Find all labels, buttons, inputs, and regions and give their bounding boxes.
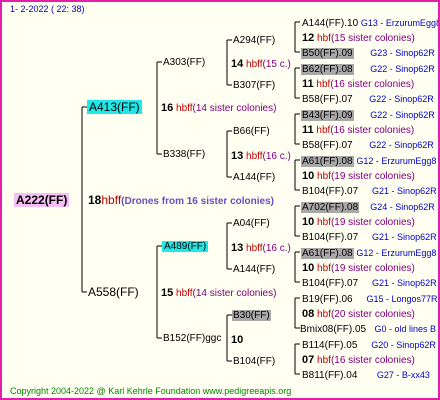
g4-mating: 11 hbf(16 sister colonies) <box>302 124 415 136</box>
g4-queen: A702(FF).08 G24 - Sinop62R <box>301 202 435 213</box>
g2-queen-2: B338(FF) <box>163 149 206 160</box>
g4-mating: 11 hbf(16 sister colonies) <box>302 78 415 90</box>
g3-queen-2: B307(FF) <box>233 80 276 91</box>
g3-queen-4: A144(FF) <box>233 172 276 183</box>
g1-queen-2: A558(FF) <box>88 285 139 299</box>
g3-queen-6: A144(FF) <box>233 264 276 275</box>
g3-queen-5: A04(FF) <box>233 218 270 229</box>
g4-queen: B811(FF).04 G27 - B-xx43 <box>302 370 430 381</box>
g1-mating-2: 15 hbff(14 sister colonies) <box>161 287 277 299</box>
pedigree-frame: 1- 2-2022 ( 22: 38) A222(FF) 18hbff(Dron… <box>0 0 440 400</box>
g3-queen-8: B104(FF) <box>233 356 276 367</box>
g2-mating-3: 13 hbff(16 c.) <box>231 242 291 254</box>
root-mating: 18hbff(Drones from 16 sister colonies) <box>88 193 274 207</box>
g4-queen: B19(FF).06 G15 - Longos77R <box>302 294 438 305</box>
g3-queen-3: B66(FF) <box>233 126 270 137</box>
g2-queen-1: A303(FF) <box>163 57 206 68</box>
g4-queen: A144(FF).10 G13 - ErzurumEgg8 <box>302 18 440 29</box>
g4-mating: 12 hbf(15 sister colonies) <box>302 32 415 44</box>
g4-queen: B104(FF).07 G21 - Sinop62R <box>302 278 437 289</box>
root-queen: A222(FF) <box>14 193 70 207</box>
g4-queen: B62(FF).08 G22 - Sinop62R <box>301 64 435 75</box>
header-timestamp: 1- 2-2022 ( 22: 38) <box>10 4 85 14</box>
g4-queen: B58(FF).07 G22 - Sinop62R <box>302 94 434 105</box>
g2-mating-4: 10 <box>231 334 244 346</box>
g2-queen-3: A489(FF) <box>162 241 209 252</box>
g2-mating-1: 14 hbff(15 c.) <box>231 58 291 70</box>
g4-queen: A61(FF).08 G12 - ErzurumEgg8 <box>301 248 437 259</box>
g4-queen: B43(FF).09 G22 - Sinop62R <box>301 110 435 121</box>
g4-mating: 08 hbf(20 sister colonies) <box>302 308 415 320</box>
g4-queen: B114(FF).05 G20 - Sinop62R <box>302 340 436 351</box>
g4-mating: 07 hbf(16 sister colonies) <box>302 354 415 366</box>
g3-queen-1: A294(FF) <box>233 35 276 46</box>
g3-queen-7: B30(FF) <box>232 310 271 321</box>
g4-queen: A61(FF).08 G12 - ErzurumEgg8 <box>301 156 437 167</box>
g4-queen: B58(FF).07 G22 - Sinop62R <box>302 140 434 151</box>
g1-queen-1: A413(FF) <box>87 100 142 114</box>
g1-mating-1: 16 hbff(14 sister colonies) <box>161 102 277 114</box>
g4-mating: 10 hbf(19 sister colonies) <box>302 170 415 182</box>
root-label: A222(FF) <box>14 193 70 207</box>
g4-queen: B50(FF).09 G23 - Sinop62R <box>301 48 435 59</box>
footer-copyright: Copyright 2004-2022 @ Karl Kehrle Founda… <box>10 386 292 396</box>
g2-mating-2: 13 hbff(16 c.) <box>231 150 291 162</box>
g4-mating: 10 hbf(19 sister colonies) <box>302 262 415 274</box>
g4-queen: B104(FF).07 G21 - Sinop62R <box>302 186 437 197</box>
g4-queen: B104(FF).07 G21 - Sinop62R <box>302 232 437 243</box>
g4-mating: 10 hbf(19 sister colonies) <box>302 216 415 228</box>
g2-queen-4: B152(FF)ggc <box>163 333 222 344</box>
g4-queen: Bmix08(FF).05 G0 - old lines B <box>300 324 436 335</box>
